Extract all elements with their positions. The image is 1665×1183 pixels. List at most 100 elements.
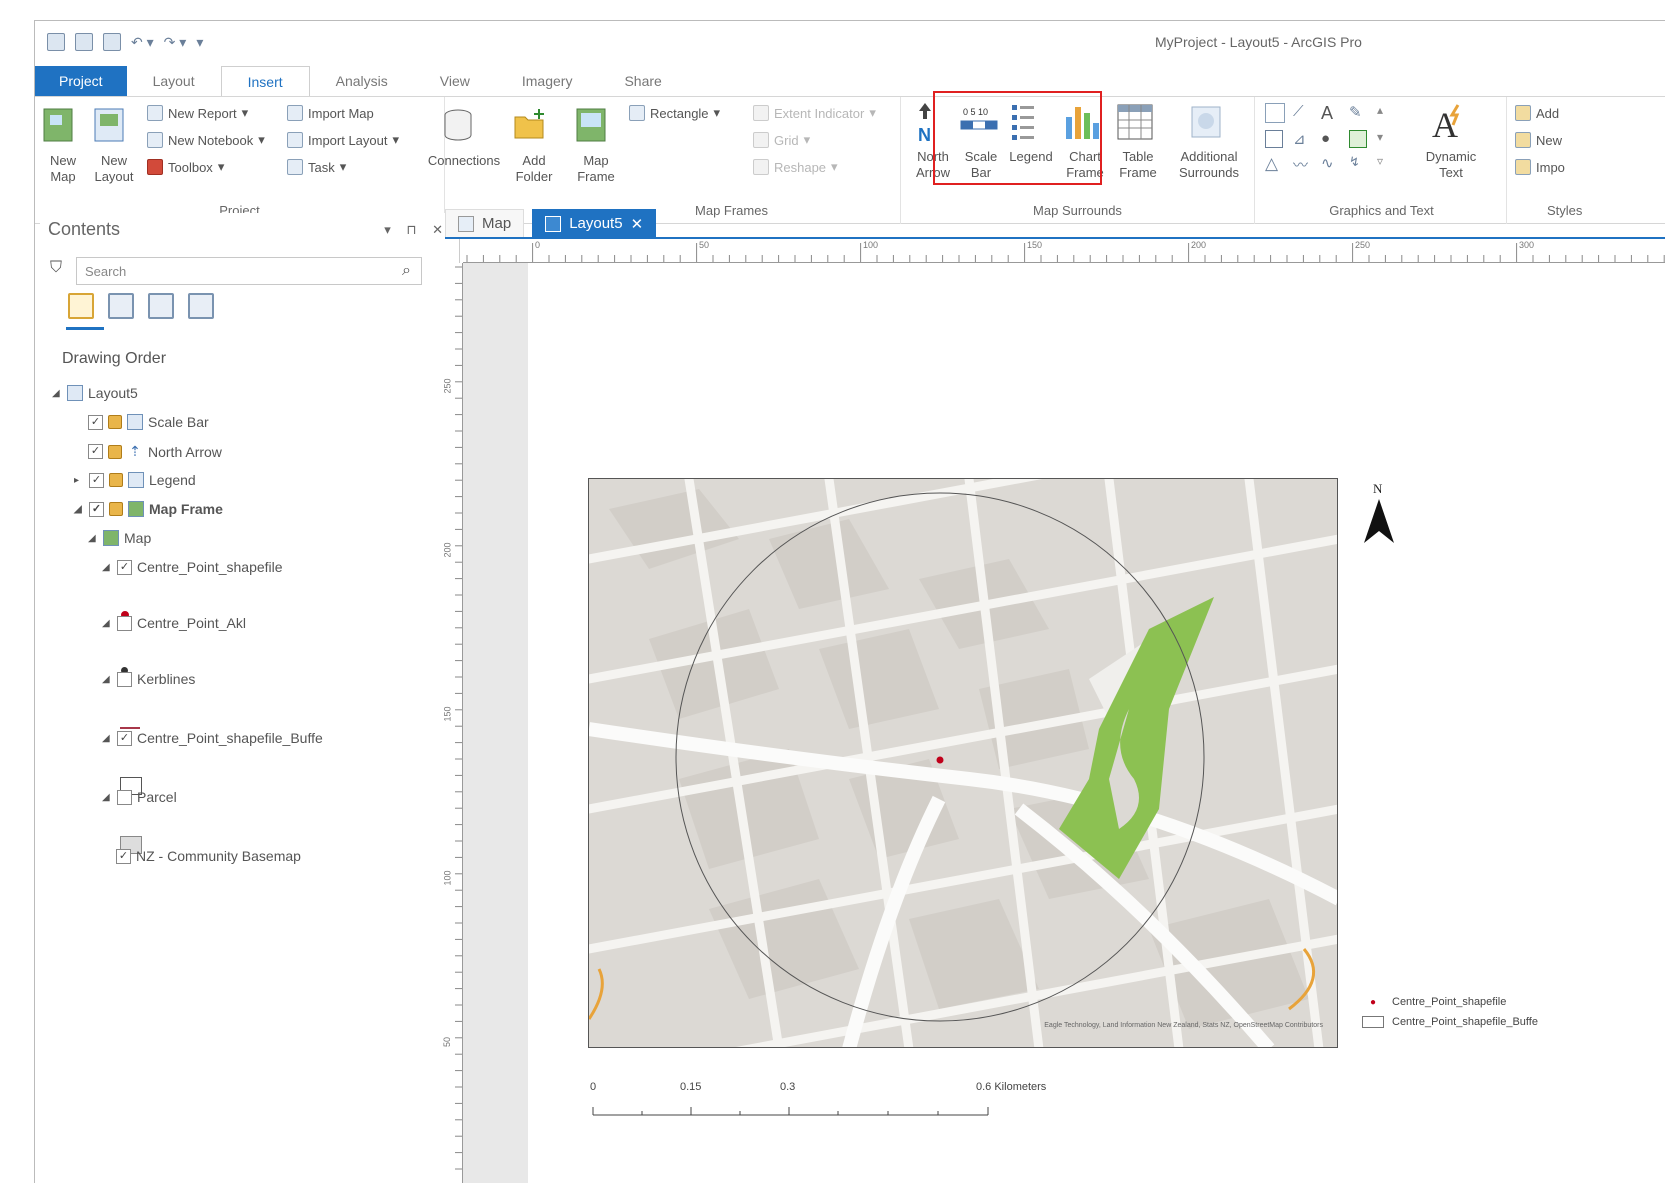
tree-item-layout5[interactable]: ◢ Layout5 (52, 385, 138, 401)
expand-icon[interactable]: ◢ (102, 792, 112, 803)
toolbox-button[interactable]: Toolbox ▾ (147, 159, 224, 175)
north-arrow[interactable]: N (1360, 481, 1400, 551)
new-map-button[interactable]: New Map (39, 105, 87, 185)
add-folder-button[interactable]: Add Folder (509, 105, 559, 185)
import-map-button[interactable]: Import Map (287, 105, 374, 121)
tree-item-map-frame[interactable]: ◢ ✓ Map Frame (74, 501, 223, 517)
text-box-icon[interactable] (1265, 103, 1285, 123)
tab-share[interactable]: Share (598, 66, 687, 96)
scale-bar-element[interactable]: 0 0.15 0.3 0.6 Kilometers (590, 1081, 1070, 1121)
filter-icon[interactable]: ⛉ (50, 259, 62, 277)
tree-item-kerblines[interactable]: ◢ Kerblines (102, 671, 195, 687)
add-style-button[interactable]: Add (1515, 105, 1559, 121)
expand-icon[interactable]: ◢ (74, 504, 84, 515)
visibility-checkbox[interactable]: ✓ (89, 501, 104, 517)
open-project-icon[interactable] (75, 33, 93, 51)
collapse-icon[interactable]: ▸ (74, 475, 84, 486)
visibility-checkbox[interactable] (117, 615, 132, 631)
curve-graphic-icon[interactable]: ∿ (1321, 154, 1349, 175)
pane-controls[interactable]: ▾ ⊓ ✕ (384, 222, 449, 238)
tree-item-centre-point-akl[interactable]: ◢ Centre_Point_Akl (102, 615, 246, 631)
point-graphic-icon[interactable]: ● (1321, 130, 1349, 148)
expand-icon[interactable]: ◢ (102, 562, 112, 573)
picture-icon[interactable] (1349, 130, 1367, 148)
lock-icon[interactable] (108, 444, 122, 459)
search-icon[interactable]: ⌕ (402, 262, 411, 280)
import-layout-button[interactable]: Import Layout ▾ (287, 132, 399, 148)
visibility-checkbox[interactable] (117, 671, 132, 687)
table-frame-button[interactable]: Table Frame (1113, 101, 1163, 181)
tab-map-view[interactable]: Map (445, 209, 525, 237)
lock-icon[interactable] (109, 473, 123, 487)
tree-item-legend[interactable]: ▸ ✓ Legend (74, 472, 196, 488)
line-symbol[interactable] (120, 727, 140, 729)
line-graphic-icon[interactable]: ⊿ (1293, 130, 1321, 148)
lock-icon[interactable] (109, 502, 123, 516)
tree-item-north-arrow[interactable]: ✓ ⇡ North Arrow (88, 443, 222, 460)
drawing-order-icon[interactable] (68, 293, 94, 319)
dynamic-text-button[interactable]: A Dynamic Text (1421, 101, 1481, 181)
expand-icon[interactable]: ◢ (102, 674, 112, 685)
visibility-checkbox[interactable]: ✓ (88, 414, 103, 430)
import-style-button[interactable]: Impo (1515, 159, 1565, 175)
lock-icon[interactable] (108, 415, 122, 429)
legend-element[interactable]: ● Centre_Point_shapefile Centre_Point_sha… (1362, 995, 1538, 1035)
gallery-more-icon[interactable]: ▿ (1377, 154, 1405, 175)
tree-item-buffer[interactable]: ◢ ✓ Centre_Point_shapefile_Buffe (102, 730, 323, 746)
tab-layout[interactable]: Layout (127, 66, 221, 96)
save-project-icon[interactable] (103, 33, 121, 51)
visibility-checkbox[interactable]: ✓ (116, 848, 131, 864)
marker-icon[interactable]: ✎ (1349, 103, 1377, 124)
close-tab-icon[interactable]: ✕ (631, 215, 644, 233)
gallery-up-icon[interactable]: ▴ (1377, 103, 1405, 124)
expand-icon[interactable]: ◢ (102, 618, 112, 629)
curved-text-icon[interactable]: ↯ (1349, 154, 1377, 175)
tab-analysis[interactable]: Analysis (310, 66, 414, 96)
map-frame[interactable]: Eagle Technology, Land Information New Z… (588, 478, 1338, 1048)
list-by-source-icon[interactable] (148, 293, 174, 319)
undo-icon[interactable]: ↶ ▾ (131, 34, 154, 51)
new-report-button[interactable]: New Report ▾ (147, 105, 248, 121)
reshape-button[interactable]: Reshape ▾ (753, 159, 838, 175)
graphics-gallery[interactable]: ⟋ A ✎ ▴ ⊿ ● ▾ △ 〰 ∿ ↯ ▿ (1265, 103, 1405, 175)
new-notebook-button[interactable]: New Notebook ▾ (147, 132, 265, 148)
tree-item-basemap[interactable]: ✓ NZ - Community Basemap (116, 848, 301, 864)
text-icon[interactable]: A (1321, 103, 1349, 124)
polyline-graphic-icon[interactable]: 〰 (1293, 154, 1321, 175)
new-layout-button[interactable]: New Layout (91, 105, 137, 185)
customize-qat-icon[interactable]: ▾ (196, 34, 203, 51)
extent-indicator-button[interactable]: Extent Indicator ▾ (753, 105, 876, 121)
tab-insert[interactable]: Insert (220, 66, 310, 96)
tree-item-parcel[interactable]: ◢ Parcel (102, 789, 177, 805)
polygon-graphic-icon[interactable]: △ (1265, 154, 1293, 175)
new-style-button[interactable]: New (1515, 132, 1562, 148)
rectangle-graphic-icon[interactable] (1265, 130, 1283, 148)
visibility-checkbox[interactable]: ✓ (89, 472, 104, 488)
tab-imagery[interactable]: Imagery (496, 66, 599, 96)
expand-icon[interactable]: ◢ (88, 533, 98, 544)
map-frame-button[interactable]: Map Frame (569, 105, 623, 185)
list-by-selection-icon[interactable] (108, 293, 134, 319)
additional-surrounds-button[interactable]: Additional Surrounds (1167, 101, 1251, 181)
tree-item-scale-bar[interactable]: ✓ Scale Bar (88, 414, 209, 430)
connections-button[interactable]: Connections (421, 105, 507, 169)
task-button[interactable]: Task ▾ (287, 159, 346, 175)
grid-button[interactable]: Grid ▾ (753, 132, 810, 148)
tab-view[interactable]: View (414, 66, 496, 96)
tree-item-map[interactable]: ◢ Map (88, 530, 151, 546)
callout-icon[interactable]: ⟋ (1293, 103, 1321, 124)
rectangle-dropdown[interactable]: Rectangle ▾ (629, 105, 720, 121)
gallery-down-icon[interactable]: ▾ (1377, 130, 1405, 148)
new-project-icon[interactable] (47, 33, 65, 51)
visibility-checkbox[interactable]: ✓ (117, 559, 132, 575)
search-input[interactable]: Search ⌕ (76, 257, 422, 285)
expand-icon[interactable]: ◢ (102, 733, 112, 744)
visibility-checkbox[interactable] (117, 789, 132, 805)
redo-icon[interactable]: ↷ ▾ (164, 34, 187, 51)
tab-layout5-view[interactable]: Layout5 ✕ (532, 209, 657, 237)
visibility-checkbox[interactable]: ✓ (88, 444, 103, 459)
expand-icon[interactable]: ◢ (52, 388, 62, 399)
visibility-checkbox[interactable]: ✓ (117, 730, 132, 746)
tree-item-centre-point-shapefile[interactable]: ◢ ✓ Centre_Point_shapefile (102, 559, 283, 575)
list-by-editing-icon[interactable] (188, 293, 214, 319)
